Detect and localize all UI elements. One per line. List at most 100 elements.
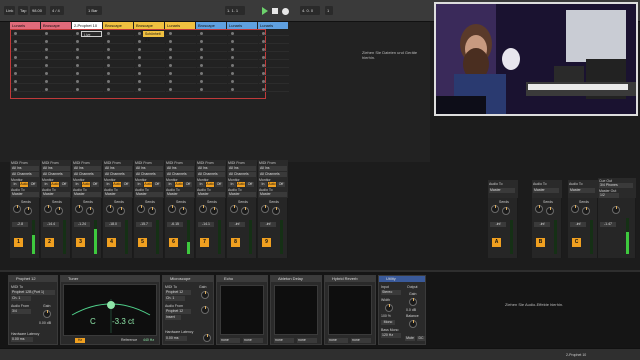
clip-slot[interactable] [104,30,134,36]
clip-slot[interactable] [11,46,41,52]
gain-knob[interactable] [43,310,51,318]
clip-slot[interactable] [135,54,165,60]
clip-slot[interactable] [11,30,41,36]
send-a-knob[interactable] [261,205,269,213]
slot-stop-icon[interactable] [169,32,172,35]
reverb-left-select[interactable]: none [328,338,348,343]
monitor-in-button[interactable]: In [228,182,236,187]
volume-field[interactable]: -6.15 [167,222,183,227]
clip-slot[interactable] [42,54,72,60]
slot-stop-icon[interactable] [169,80,172,83]
slot-stop-icon[interactable] [14,56,17,59]
send-b-knob[interactable] [582,207,590,215]
track-header[interactable]: Lunaris [165,22,195,29]
channel-select[interactable]: All Channels [135,172,163,177]
clip-slot[interactable] [135,62,165,68]
clip-slot[interactable] [42,70,72,76]
slot-stop-icon[interactable] [107,80,110,83]
slot-stop-icon[interactable] [14,64,17,67]
slot-stop-icon[interactable] [231,80,234,83]
clip-slot[interactable] [135,46,165,52]
gain-knob[interactable] [201,291,209,299]
clip-slot[interactable] [166,78,196,84]
slot-stop-icon[interactable] [76,64,79,67]
link-button[interactable]: Link [4,6,16,15]
track-activator[interactable]: 1 [14,238,23,247]
slot-stop-icon[interactable] [169,40,172,43]
slot-stop-icon[interactable] [14,48,17,51]
monitor-off-button[interactable]: Off [153,182,161,187]
slot-stop-icon[interactable] [107,64,110,67]
channel-select[interactable]: All Channels [11,172,39,177]
clip-slot[interactable] [11,54,41,60]
channel-select[interactable]: All Channels [197,172,225,177]
clip-slot[interactable] [104,86,134,92]
reverb-empty-slot[interactable] [328,285,372,335]
slot-stop-icon[interactable] [107,48,110,51]
latency-field[interactable]: 0.00 ms [11,337,33,342]
audio-to-select[interactable]: Master [569,188,595,193]
clip-slot[interactable] [73,46,103,52]
midi-from-select[interactable]: All Ins [135,166,163,171]
send-a-knob[interactable] [571,205,579,213]
track-activator[interactable]: A [492,238,501,247]
clip-slot[interactable] [166,46,196,52]
track-activator[interactable]: 7 [200,238,209,247]
send-b-knob[interactable] [179,207,187,215]
clip-slot[interactable] [73,62,103,68]
midi-to-select[interactable]: Prophet 12 [165,290,191,295]
clip-slot[interactable] [197,86,227,92]
slot-stop-icon[interactable] [76,56,79,59]
latency-field[interactable]: 0.00 ms [165,336,187,341]
slot-stop-icon[interactable] [231,40,234,43]
delay-right-select[interactable]: none [297,338,317,343]
volume-field[interactable]: -14.4 [43,222,59,227]
delay-left-select[interactable]: none [274,338,294,343]
track-activator[interactable]: 2 [45,238,54,247]
send-b-knob[interactable] [86,207,94,215]
clip-slot[interactable] [259,54,289,60]
tap-button[interactable]: Tap [18,6,29,15]
clip-slot[interactable] [228,78,258,84]
slot-stop-icon[interactable] [262,40,265,43]
clip-slot[interactable] [73,38,103,44]
volume-field[interactable]: -1.24 [74,222,90,227]
cue-out-select[interactable]: 3/4 Phones [599,183,633,188]
slot-stop-icon[interactable] [200,48,203,51]
slot-stop-icon[interactable] [262,88,265,91]
send-a-knob[interactable] [13,205,21,213]
reference-value[interactable]: 440 Hz [143,338,154,342]
zoom-level[interactable]: 1 [325,6,333,15]
slot-stop-icon[interactable] [231,64,234,67]
slot-stop-icon[interactable] [200,88,203,91]
slot-stop-icon[interactable] [169,64,172,67]
track-activator[interactable]: C [572,238,581,247]
track-header[interactable]: Lunaris [10,22,40,29]
track-header[interactable]: Broscape [134,22,164,29]
clip-slot[interactable] [197,46,227,52]
monitor-auto-button[interactable]: Auto [268,182,276,187]
clip-slot[interactable] [166,70,196,76]
track-activator[interactable]: 8 [231,238,240,247]
monitor-off-button[interactable]: Off [91,182,99,187]
clip-slot[interactable] [104,70,134,76]
slot-stop-icon[interactable] [76,88,79,91]
clip-slot[interactable] [11,78,41,84]
audio-to-select[interactable]: Master [135,192,163,197]
track-header[interactable]: Broscape [196,22,226,29]
balance-knob[interactable] [409,320,417,328]
midi-from-select[interactable]: All Ins [11,166,39,171]
send-a-knob[interactable] [168,205,176,213]
send-b-knob[interactable] [55,207,63,215]
clip-slot[interactable] [11,38,41,44]
channel-select[interactable]: All Channels [42,172,70,177]
slot-stop-icon[interactable] [262,32,265,35]
track-header[interactable]: 2-Prophet 10 [72,22,102,29]
monitor-auto-button[interactable]: Auto [237,182,245,187]
audio-to-select[interactable]: Master [533,188,559,193]
track-header[interactable]: Lunaris [227,22,257,29]
audio-from-select[interactable]: 3/4 [11,309,31,314]
clip-slot[interactable] [42,78,72,84]
slot-stop-icon[interactable] [138,40,141,43]
clip-slot[interactable] [42,38,72,44]
